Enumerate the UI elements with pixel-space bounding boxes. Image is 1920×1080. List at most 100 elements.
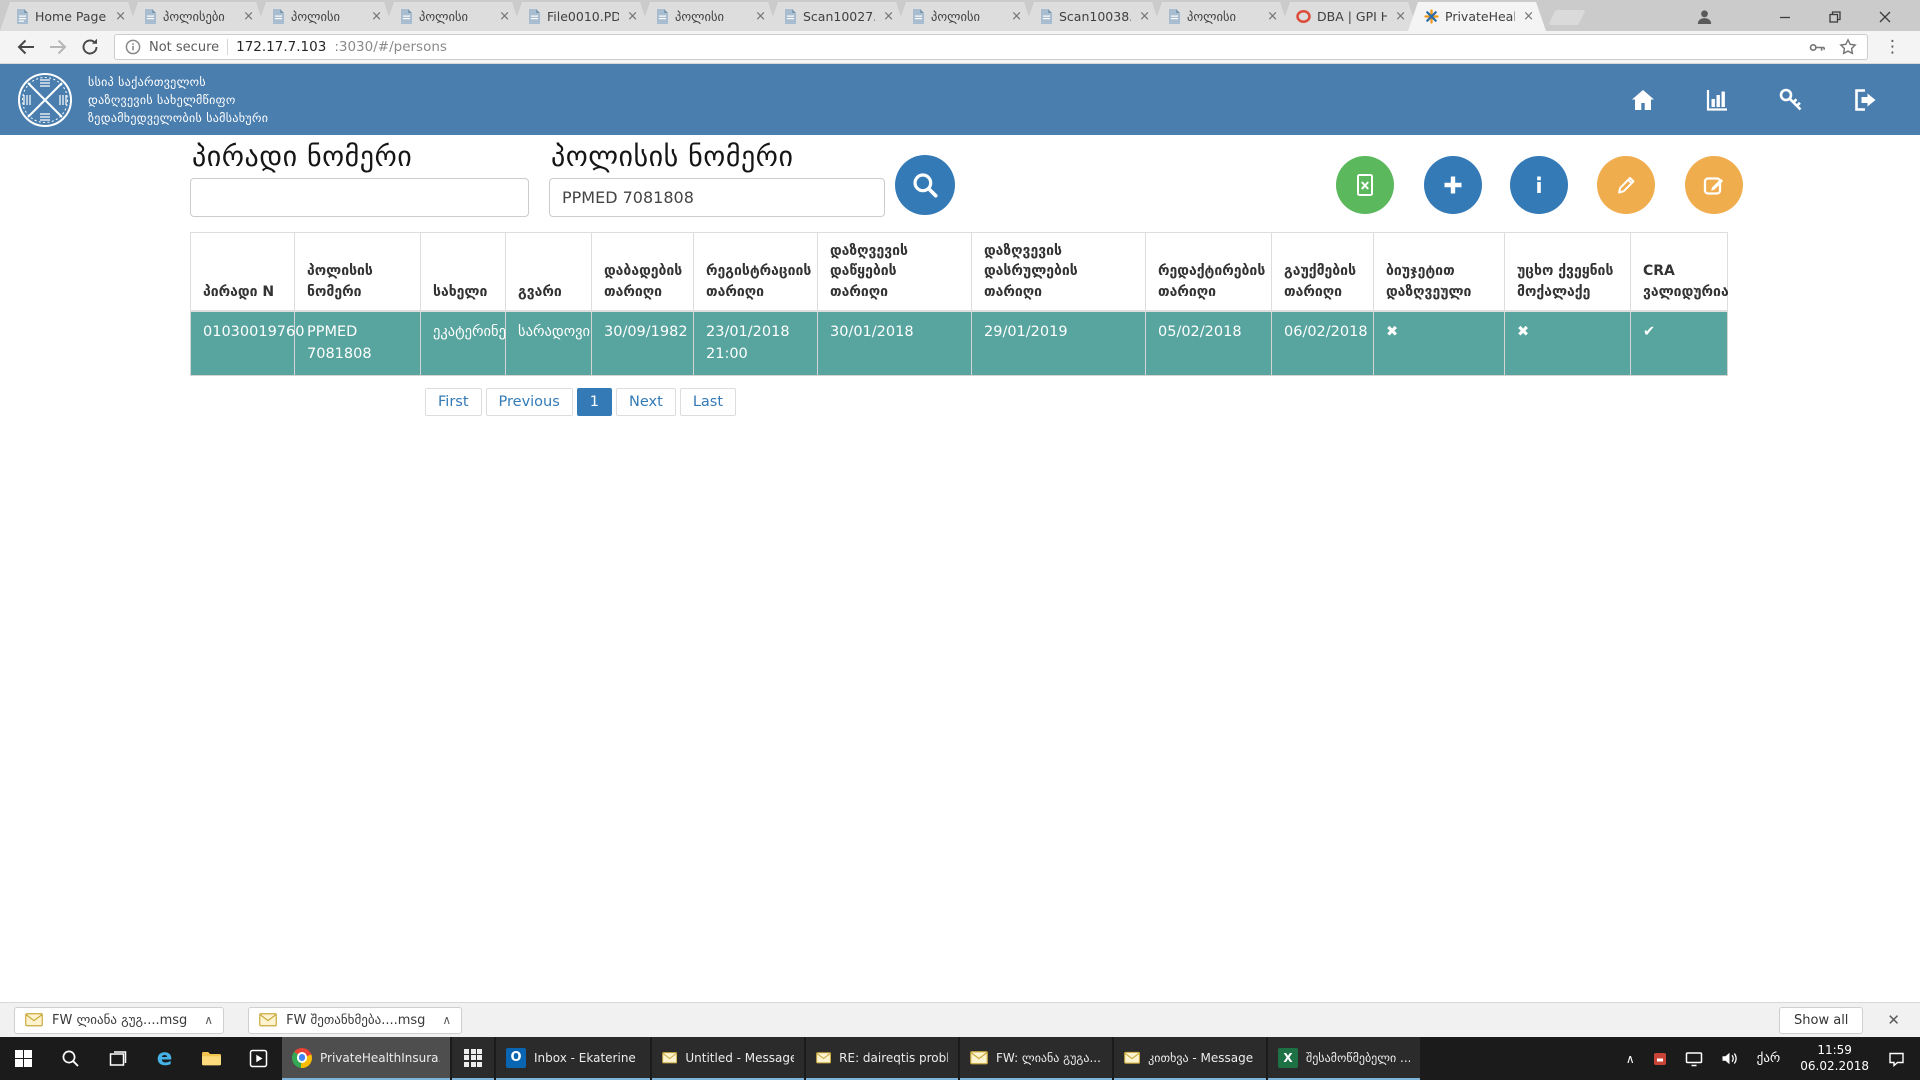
pagination-first[interactable]: First (425, 388, 482, 416)
back-button[interactable] (10, 33, 42, 61)
new-tab-button[interactable] (1548, 10, 1585, 25)
action-center-icon[interactable] (1879, 1051, 1914, 1067)
tab-close-icon[interactable]: × (625, 9, 640, 24)
tab-close-icon[interactable]: × (1521, 9, 1536, 24)
restore-button[interactable] (1810, 2, 1860, 31)
browser-tab[interactable]: პოლისები × (128, 2, 266, 31)
bookmark-star-icon[interactable] (1839, 38, 1857, 56)
task-view-icon[interactable] (94, 1037, 141, 1080)
chrome-menu-icon[interactable]: ⋮ (1876, 37, 1910, 57)
tray-display-icon[interactable] (1676, 1051, 1712, 1067)
search-button[interactable] (895, 155, 955, 215)
app-grid-icon (464, 1049, 482, 1067)
browser-tab[interactable]: DBA | GPI Hold × (1280, 2, 1418, 31)
edge-icon[interactable]: e (141, 1037, 188, 1080)
envelope-icon (816, 1051, 831, 1065)
forward-button[interactable] (42, 33, 74, 61)
cell-budget-insured-x-icon: ✖ (1374, 311, 1505, 376)
tab-close-icon[interactable]: × (113, 9, 128, 24)
pagination-last[interactable]: Last (680, 388, 736, 416)
table-row-selected[interactable]: 01030019760 PPMED 7081808 ეკატერინე სარა… (191, 311, 1728, 376)
divider (227, 39, 228, 55)
edit-button[interactable] (1597, 156, 1655, 214)
url-path: :3030/#/persons (334, 39, 447, 55)
taskbar-window-outlook-inbox[interactable]: O Inbox - Ekaterine O... (496, 1037, 650, 1080)
minimize-button[interactable] (1760, 2, 1810, 31)
browser-tab[interactable]: Scan10038.JPG × (1024, 2, 1162, 31)
download-item[interactable]: FW შეთანხმება....msg ∧ (248, 1007, 462, 1034)
logout-icon[interactable] (1850, 85, 1880, 115)
browser-tab[interactable]: პოლისი × (640, 2, 778, 31)
browser-tab[interactable]: Scan10027.JPG × (768, 2, 906, 31)
browser-tab[interactable]: პოლისი × (384, 2, 522, 31)
tab-close-icon[interactable]: × (1009, 9, 1024, 24)
column-header: პირადი N (191, 233, 295, 311)
tab-close-icon[interactable]: × (1137, 9, 1152, 24)
file-explorer-icon[interactable] (188, 1037, 235, 1080)
browser-tab[interactable]: პოლისი × (256, 2, 394, 31)
tab-label: პოლისი (1187, 9, 1259, 24)
key-icon[interactable] (1776, 85, 1806, 115)
browser-tab[interactable]: Home Page × (0, 2, 138, 31)
taskbar-window-excel[interactable]: X შესამოწმებელი ... (1268, 1037, 1420, 1080)
taskbar-clock[interactable]: 11:59 06.02.2018 (1790, 1043, 1879, 1074)
tab-close-icon[interactable]: × (241, 9, 256, 24)
tray-expand-chevron-icon[interactable]: ∧ (1617, 1052, 1644, 1066)
chart-icon[interactable] (1702, 85, 1732, 115)
tab-close-icon[interactable]: × (881, 9, 896, 24)
info-icon[interactable] (125, 39, 141, 55)
chevron-up-icon[interactable]: ∧ (442, 1013, 451, 1027)
tab-label: Scan10038.JPG (1059, 9, 1131, 24)
close-shelf-icon[interactable]: ✕ (1881, 1011, 1906, 1029)
personal-number-input[interactable] (190, 178, 529, 217)
pagination: First Previous 1 Next Last (425, 388, 736, 416)
policy-number-input[interactable] (549, 178, 885, 217)
address-bar[interactable]: Not secure 172.17.7.103 :3030/#/persons (114, 34, 1868, 60)
cell-cancel-date: 06/02/2018 (1272, 311, 1374, 376)
language-indicator[interactable]: ქარ (1747, 1051, 1791, 1066)
browser-tab[interactable]: File0010.PDF × (512, 2, 650, 31)
download-item[interactable]: FW ლიანა გუგ....msg ∧ (14, 1007, 224, 1034)
taskbar-window-message[interactable]: RE: daireqtis proble... (806, 1037, 958, 1080)
tab-close-icon[interactable]: × (753, 9, 768, 24)
show-all-downloads-button[interactable]: Show all (1779, 1007, 1863, 1034)
home-icon[interactable] (1628, 85, 1658, 115)
envelope-icon (1124, 1051, 1140, 1065)
add-button[interactable] (1424, 156, 1482, 214)
tab-close-icon[interactable]: × (497, 9, 512, 24)
clock-date: 06.02.2018 (1800, 1059, 1869, 1075)
tray-volume-icon[interactable] (1712, 1051, 1747, 1066)
movies-app-icon[interactable] (235, 1037, 282, 1080)
cell-insurance-end: 29/01/2019 (972, 311, 1146, 376)
org-logo (16, 71, 74, 129)
profile-icon[interactable] (1695, 8, 1714, 26)
browser-tab[interactable]: პოლისი × (896, 2, 1034, 31)
browser-tab[interactable]: პოლისი × (1152, 2, 1290, 31)
tab-label: File0010.PDF (547, 9, 619, 24)
taskbar-search-icon[interactable] (47, 1037, 94, 1080)
browser-tab-active[interactable]: PrivateHealthIn × (1408, 2, 1546, 31)
column-header: დაზღვევის დაწყების თარიღი (818, 233, 972, 311)
start-button[interactable] (0, 1037, 47, 1080)
saved-password-key-icon[interactable] (1808, 38, 1827, 57)
taskbar-window-message[interactable]: FW: ლიანა გუგა... (960, 1037, 1112, 1080)
pagination-page-1[interactable]: 1 (577, 388, 612, 416)
taskbar-window-message[interactable]: კითხვა - Message ... (1114, 1037, 1266, 1080)
tab-close-icon[interactable]: × (369, 9, 384, 24)
pagination-previous[interactable]: Previous (486, 388, 573, 416)
info-button[interactable] (1510, 156, 1568, 214)
edit-form-button[interactable] (1685, 156, 1743, 214)
tab-close-icon[interactable]: × (1265, 9, 1280, 24)
export-excel-button[interactable] (1336, 156, 1394, 214)
tab-label: Home Page (35, 9, 107, 24)
tray-app-icon[interactable] (1644, 1052, 1676, 1066)
close-button[interactable] (1860, 2, 1910, 31)
windows-taskbar: e PrivateHealthInsura... O Inbox - Ekate… (0, 1037, 1920, 1080)
taskbar-window-message[interactable]: Untitled - Message ... (652, 1037, 804, 1080)
taskbar-window-chrome[interactable]: PrivateHealthInsura... (282, 1037, 450, 1080)
taskbar-window-app-grid[interactable] (452, 1037, 494, 1080)
reload-button[interactable] (74, 33, 106, 61)
pagination-next[interactable]: Next (616, 388, 676, 416)
tab-close-icon[interactable]: × (1393, 9, 1408, 24)
chevron-up-icon[interactable]: ∧ (204, 1013, 213, 1027)
